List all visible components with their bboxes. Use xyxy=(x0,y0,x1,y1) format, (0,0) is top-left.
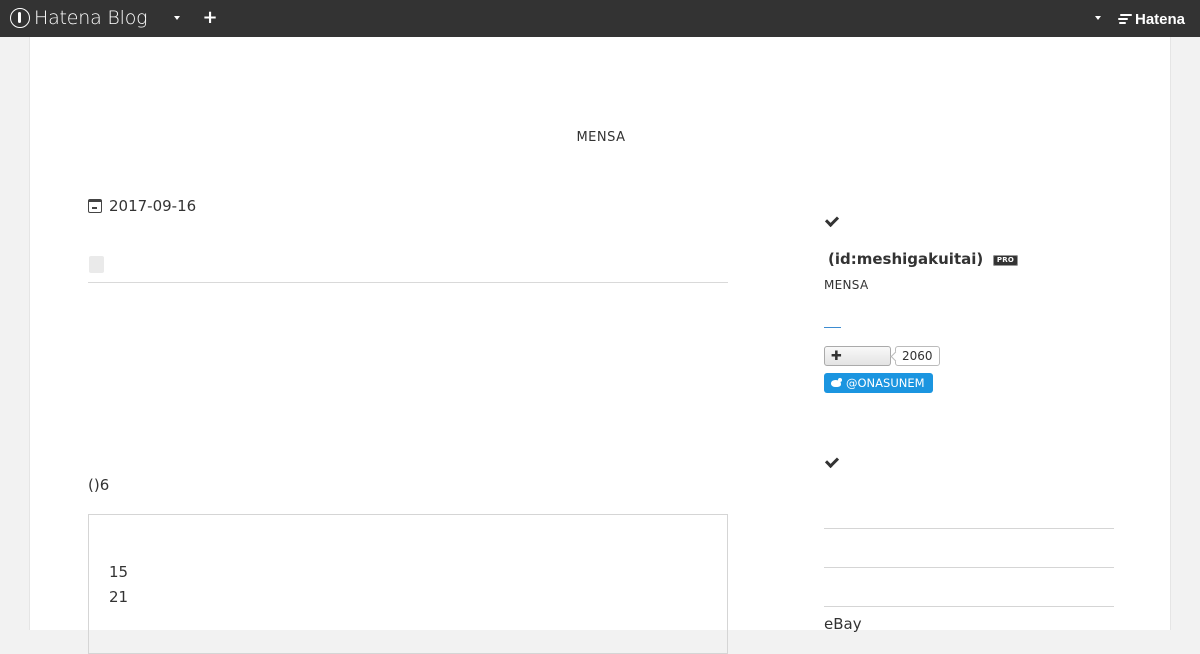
sidebar-divider xyxy=(824,567,1114,568)
sidebar-link-ebay[interactable]: eBay xyxy=(824,615,862,633)
profile-description: MENSA xyxy=(824,278,869,292)
twitter-bird-icon xyxy=(830,378,842,388)
hatena-link[interactable]: Hatena xyxy=(1118,9,1185,29)
entry-box-line: 21 xyxy=(109,588,129,606)
sidebar: (id:meshigakuitai) PRO MENSA ✚ 2060 @ONA… xyxy=(824,37,1114,633)
pro-badge: PRO xyxy=(993,255,1018,266)
logo-text: Hatena Blog xyxy=(34,7,148,29)
user-menu-dropdown[interactable] xyxy=(1090,9,1106,27)
entry-date[interactable]: 2017-09-16 xyxy=(88,197,196,215)
profile-id-link[interactable]: (id:meshigakuitai) xyxy=(828,250,983,268)
plus-icon: ✚ xyxy=(831,348,842,364)
follow-button[interactable]: ✚ xyxy=(824,346,891,366)
hatena-blog-logo-icon xyxy=(10,8,30,28)
entry-date-text: 2017-09-16 xyxy=(109,197,197,215)
sidebar-divider xyxy=(824,606,1114,607)
entry-box-line: 15 xyxy=(109,563,129,581)
entry-category-tag[interactable] xyxy=(89,256,104,273)
hatena-logo-icon xyxy=(1118,14,1132,24)
page-container: MENSA 2017-09-16 ()6 15 21 (id:meshigaku… xyxy=(29,37,1171,654)
entry-body-text: ()6 xyxy=(88,476,110,494)
follower-count: 2060 xyxy=(895,346,940,366)
entry-header-divider xyxy=(88,282,728,283)
twitter-follow-button[interactable]: @ONASUNEM xyxy=(824,373,933,393)
profile-more-link[interactable] xyxy=(824,327,841,328)
check-icon xyxy=(824,215,839,227)
twitter-handle: @ONASUNEM xyxy=(846,376,925,390)
hatena-blog-logo[interactable]: Hatena Blog xyxy=(10,6,148,30)
hatena-brand-text: Hatena xyxy=(1135,10,1186,28)
entry-quote-box: 15 21 xyxy=(88,514,728,654)
chevron-down-icon xyxy=(1095,16,1101,20)
chevron-down-icon xyxy=(174,16,180,20)
plus-icon[interactable]: + xyxy=(201,8,219,28)
sidebar-divider xyxy=(824,528,1114,529)
global-header: Hatena Blog + Hatena xyxy=(0,0,1200,37)
check-icon xyxy=(824,456,839,468)
calendar-icon xyxy=(88,199,102,213)
blog-menu-dropdown[interactable] xyxy=(168,9,186,27)
